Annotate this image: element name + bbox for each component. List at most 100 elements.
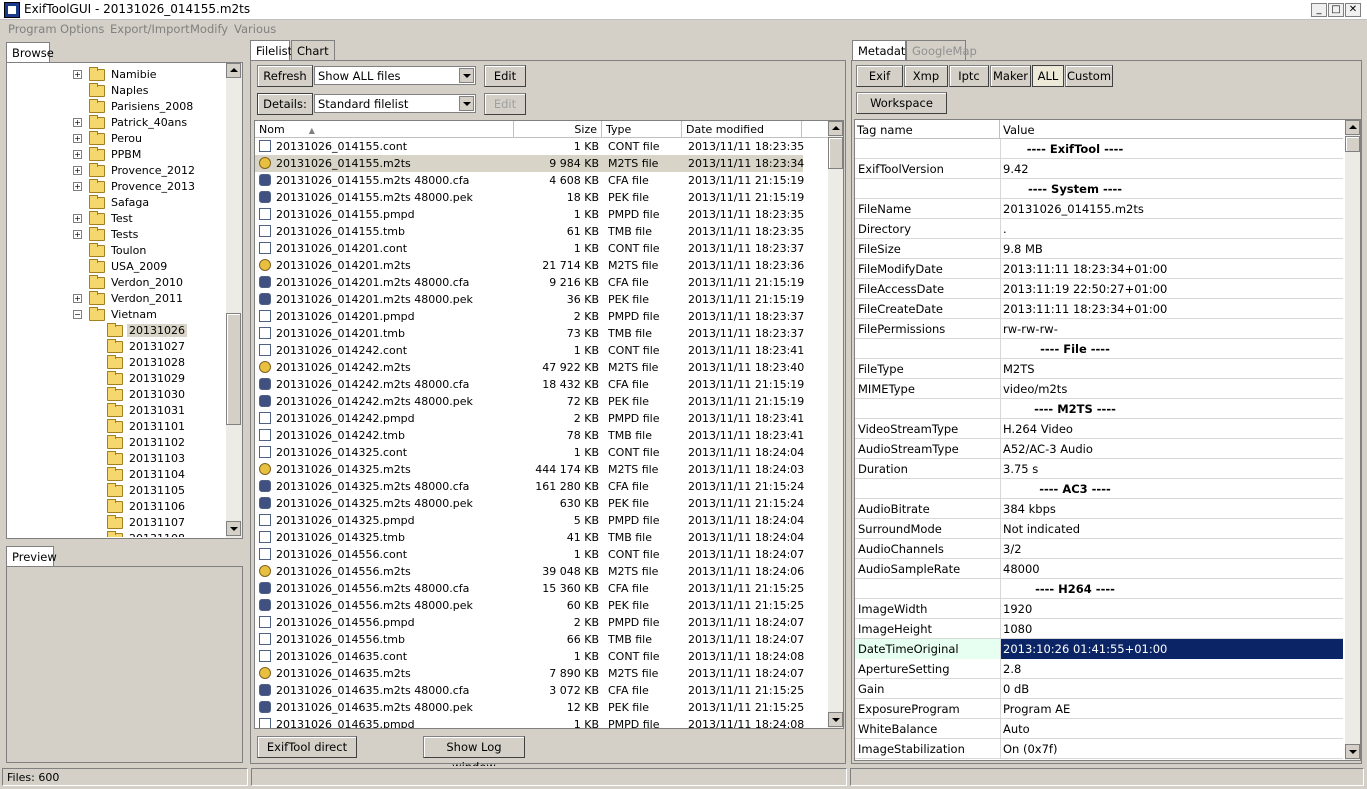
tab-preview[interactable]: Preview xyxy=(6,546,57,567)
tree-scrollbar[interactable] xyxy=(226,63,242,538)
metadata-row[interactable]: ApertureSetting 2.8 xyxy=(855,659,1343,679)
table-row[interactable]: 20131026_014556.tmb 66 KB TMB file 2013/11/… xyxy=(255,631,804,648)
tree-item[interactable]: Parisiens_2008 xyxy=(7,99,227,115)
table-row[interactable]: 20131026_014201.m2ts 48000.cfa 9 216 KB CF… xyxy=(255,274,804,291)
table-row[interactable]: 20131026_014556.m2ts 48000.pek 60 KB PEK f… xyxy=(255,597,804,614)
table-row[interactable]: 20131026_014556.m2ts 39 048 KB M2TS file 20… xyxy=(255,563,804,580)
tree-item[interactable]: 20131101 xyxy=(7,419,227,435)
metadata-row[interactable]: ExposureProgram Program AE xyxy=(855,699,1343,719)
expand-icon[interactable]: + xyxy=(73,294,82,303)
metadata-group-header[interactable]: ---- File ---- xyxy=(855,339,1343,359)
edit-view-button[interactable]: Edit xyxy=(484,93,526,115)
metadata-row[interactable]: AudioSampleRate 48000 xyxy=(855,559,1343,579)
column-type[interactable]: Type xyxy=(602,121,682,138)
table-row[interactable]: 20131026_014155.m2ts 48000.pek 18 KB PEK f… xyxy=(255,189,804,206)
scroll-up-icon[interactable] xyxy=(1345,120,1360,135)
tree-item[interactable]: + Perou xyxy=(7,131,227,147)
details-button[interactable]: Details: xyxy=(257,93,313,115)
table-row[interactable]: 20131026_014556.cont 1 KB CONT file 2013/11… xyxy=(255,546,804,563)
expand-icon[interactable]: + xyxy=(73,70,82,79)
filelist-scrollbar[interactable] xyxy=(828,121,843,728)
close-button[interactable]: ✕ xyxy=(1345,3,1361,17)
table-row[interactable]: 20131026_014155.cont 1 KB CONT file 2013/11… xyxy=(255,138,804,155)
tree-item[interactable]: USA_2009 xyxy=(7,259,227,275)
refresh-button[interactable]: Refresh xyxy=(257,65,313,87)
tab-googlemap[interactable]: GoogleMap xyxy=(906,40,977,60)
metadata-row[interactable]: DateTimeOriginal 2013:10:26 01:41:55+01:0… xyxy=(855,639,1343,659)
table-row[interactable]: 20131026_014325.pmpd 5 KB PMPD file 2013/11… xyxy=(255,512,804,529)
tab-metadata[interactable]: Metadata xyxy=(852,40,912,61)
table-row[interactable]: 20131026_014242.m2ts 47 922 KB M2TS file 20… xyxy=(255,359,804,376)
table-row[interactable]: 20131026_014325.m2ts 444 174 KB M2TS file 2… xyxy=(255,461,804,478)
metadata-row[interactable]: ImageStabilization On (0x7f) xyxy=(855,739,1343,759)
metadata-row[interactable]: ExifToolVersion 9.42 xyxy=(855,159,1343,179)
metadata-row[interactable]: FileCreateDate 2013:11:11 18:23:34+01:00 xyxy=(855,299,1343,319)
tree-item[interactable]: + PPBM xyxy=(7,147,227,163)
metadata-row[interactable]: Directory. xyxy=(855,219,1343,239)
metadata-group-header[interactable]: ---- AC3 ---- xyxy=(855,479,1343,499)
file-filter-select[interactable]: Show ALL files xyxy=(314,66,476,85)
table-row[interactable]: 20131026_014325.tmb 41 KB TMB file 2013/11/… xyxy=(255,529,804,546)
scroll-thumb[interactable] xyxy=(828,137,843,169)
metadata-scrollbar[interactable] xyxy=(1345,120,1360,760)
table-row[interactable]: 20131026_014242.m2ts 48000.pek 72 KB PEK f… xyxy=(255,393,804,410)
table-row[interactable]: 20131026_014635.cont 1 KB CONT file 2013/11… xyxy=(255,648,804,665)
iptc-button[interactable]: Iptc xyxy=(949,65,989,87)
app-icon[interactable] xyxy=(4,2,20,18)
expand-icon[interactable]: + xyxy=(73,230,82,239)
table-row[interactable]: 20131026_014325.m2ts 48000.cfa 161 280 KB… xyxy=(255,478,804,495)
table-row[interactable]: 20131026_014242.cont 1 KB CONT file 2013/11… xyxy=(255,342,804,359)
metadata-group-header[interactable]: ---- ExifTool ---- xyxy=(855,139,1343,159)
table-row[interactable]: 20131026_014325.m2ts 48000.pek 630 KB PEK … xyxy=(255,495,804,512)
column-size[interactable]: Size xyxy=(514,121,602,138)
tree-item[interactable]: + Namibie xyxy=(7,67,227,83)
table-row[interactable]: 20131026_014155.m2ts 9 984 KB M2TS file 201… xyxy=(255,155,804,172)
tree-item[interactable]: 20131027 xyxy=(7,339,227,355)
metadata-row[interactable]: AudioBitrate 384 kbps xyxy=(855,499,1343,519)
chevron-down-icon[interactable] xyxy=(459,68,474,83)
table-row[interactable]: 20131026_014635.m2ts 7 890 KB M2TS file 201… xyxy=(255,665,804,682)
table-row[interactable]: 20131026_014155.pmpd 1 KB PMPD file 2013/11… xyxy=(255,206,804,223)
custom-button[interactable]: Custom xyxy=(1065,65,1113,87)
metadata-row[interactable]: FilePermissions rw-rw-rw- xyxy=(855,319,1343,339)
tree-item[interactable]: 20131107 xyxy=(7,515,227,531)
table-row[interactable]: 20131026_014556.m2ts 48000.cfa 15 360 KB C… xyxy=(255,580,804,597)
tree-item[interactable]: − Vietnam xyxy=(7,307,227,323)
tab-chart[interactable]: Chart xyxy=(291,40,335,60)
all-button[interactable]: ALL xyxy=(1032,65,1064,87)
metadata-row[interactable]: Duration 3.75 s xyxy=(855,459,1343,479)
menu-program[interactable]: Program xyxy=(8,22,57,36)
tree-item[interactable]: 20131026 xyxy=(7,323,227,339)
scroll-up-icon[interactable] xyxy=(226,63,241,78)
metadata-row[interactable]: FileModifyDate 2013:11:11 18:23:34+01:00 xyxy=(855,259,1343,279)
exif-button[interactable]: Exif xyxy=(856,65,903,87)
exiftool-direct-button[interactable]: ExifTool direct xyxy=(257,736,357,758)
metadata-group-header[interactable]: ---- M2TS ---- xyxy=(855,399,1343,419)
menu-options[interactable]: Options xyxy=(60,22,104,36)
tree-item[interactable]: 20131102 xyxy=(7,435,227,451)
maker-button[interactable]: Maker xyxy=(990,65,1031,87)
metadata-group-header[interactable]: ---- System ---- xyxy=(855,179,1343,199)
table-row[interactable]: 20131026_014635.m2ts 48000.pek 12 KB PEK f… xyxy=(255,699,804,716)
edit-filter-button[interactable]: Edit xyxy=(484,65,526,87)
tree-item[interactable]: Toulon xyxy=(7,243,227,259)
workspace-button[interactable]: Workspace xyxy=(856,92,947,114)
tree-item[interactable]: + Patrick_40ans xyxy=(7,115,227,131)
tree-item[interactable]: Verdon_2010 xyxy=(7,275,227,291)
metadata-row[interactable]: FileType M2TS xyxy=(855,359,1343,379)
tree-item[interactable]: + Test xyxy=(7,211,227,227)
maximize-button[interactable]: □ xyxy=(1328,3,1344,17)
scroll-thumb[interactable] xyxy=(1345,136,1360,152)
table-row[interactable]: 20131026_014201.tmb 73 KB TMB file 2013/11/… xyxy=(255,325,804,342)
minimize-button[interactable]: _ xyxy=(1311,3,1327,17)
tree-item[interactable]: 20131106 xyxy=(7,499,227,515)
metadata-row[interactable]: WhiteBalance Auto xyxy=(855,719,1343,739)
table-row[interactable]: 20131026_014201.m2ts 21 714 KB M2TS file 20… xyxy=(255,257,804,274)
expand-icon[interactable]: + xyxy=(73,118,82,127)
tree-item[interactable]: 20131029 xyxy=(7,371,227,387)
table-row[interactable]: 20131026_014242.tmb 78 KB TMB file 2013/11/… xyxy=(255,427,804,444)
tree-item[interactable]: + Provence_2012 xyxy=(7,163,227,179)
tree-item[interactable]: Naples xyxy=(7,83,227,99)
tree-item[interactable]: + Provence_2013 xyxy=(7,179,227,195)
table-row[interactable]: 20131026_014325.cont 1 KB CONT file 2013/11… xyxy=(255,444,804,461)
